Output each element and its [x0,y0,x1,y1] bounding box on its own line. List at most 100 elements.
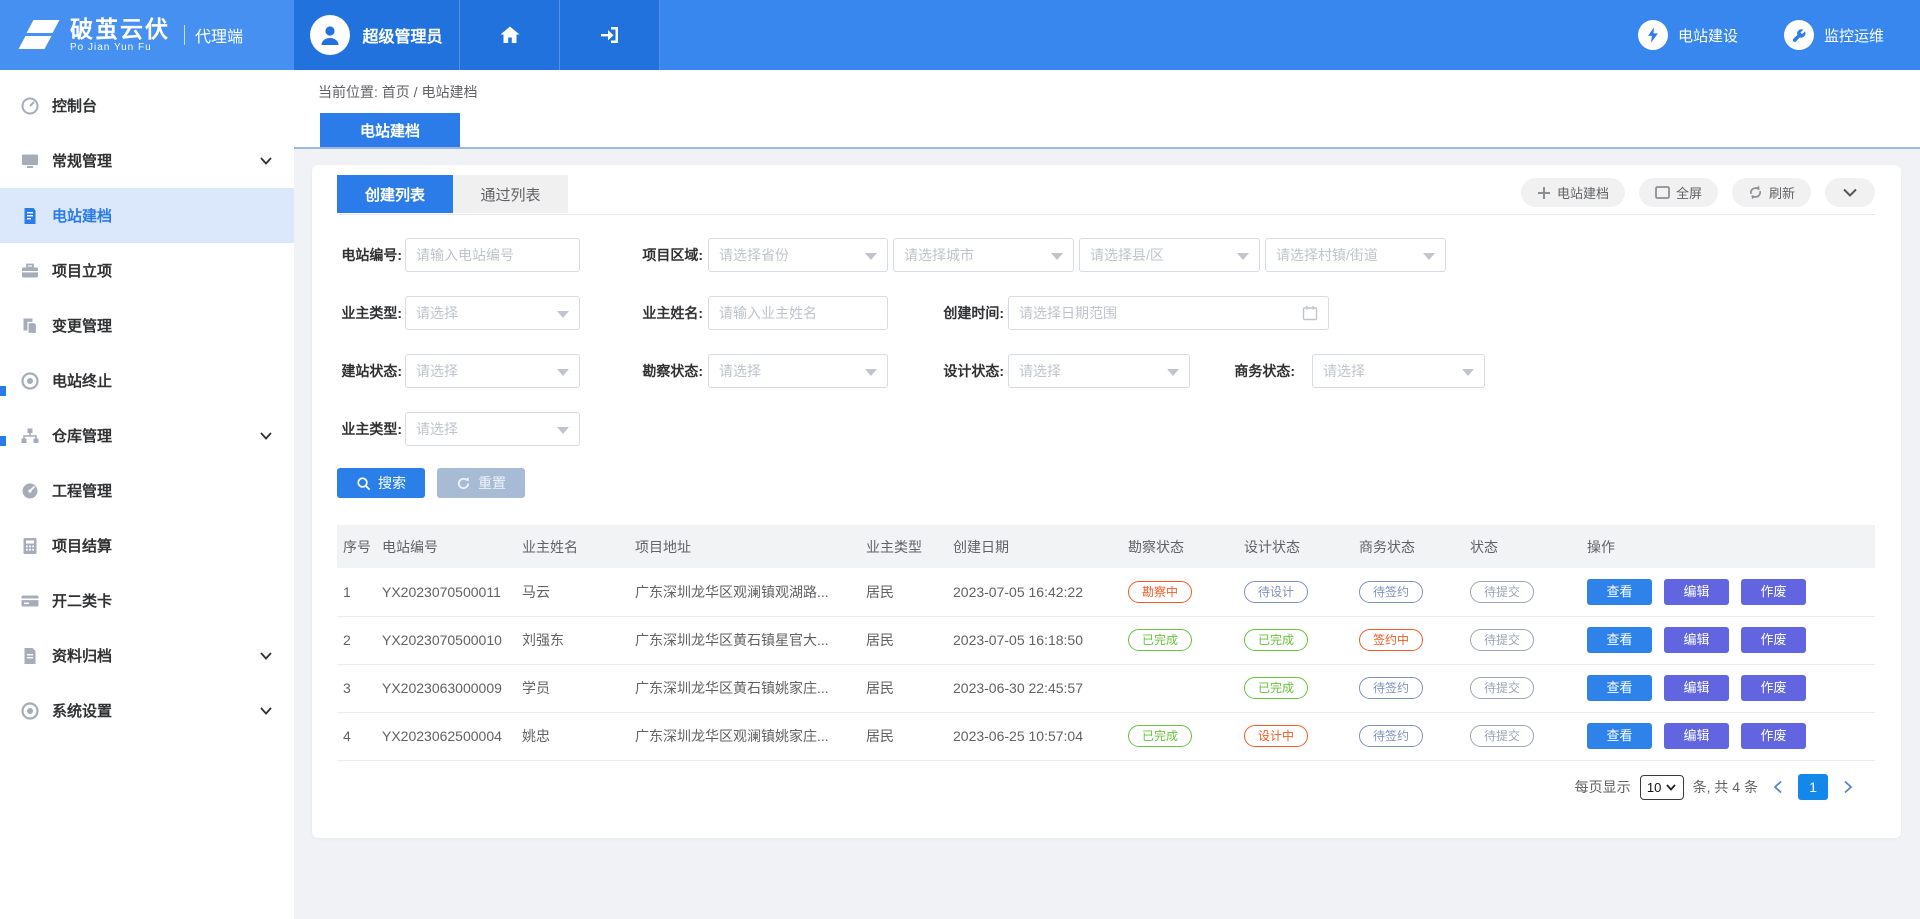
owner-name-input[interactable] [708,296,888,330]
city-select[interactable]: 请选择城市 [893,238,1074,272]
cell-station-id: YX2023070500010 [382,616,522,664]
void-button[interactable]: 作废 [1741,627,1806,653]
business-status-select[interactable]: 请选择 [1312,354,1485,388]
void-button[interactable]: 作废 [1741,723,1806,749]
col-address: 项目地址 [635,525,866,568]
search-button[interactable]: 搜索 [337,468,425,498]
cell-owner: 姚忠 [522,712,635,760]
sidebar-item-3[interactable]: 项目立项 [0,243,294,298]
col-created: 创建日期 [953,525,1128,568]
sidebar-item-11[interactable]: 系统设置 [0,683,294,738]
cell-owner-type: 居民 [866,616,953,664]
town-select[interactable]: 请选择村镇/街道 [1265,238,1446,272]
home-icon [498,23,522,47]
cell-address: 广东深圳龙华区黄石镇星官大... [635,616,866,664]
sidebar-item-9[interactable]: 开二类卡 [0,573,294,628]
nav-station-build[interactable]: 电站建设 [1638,20,1738,50]
cell-owner: 刘强东 [522,616,635,664]
nav-monitor-ops[interactable]: 监控运维 [1784,20,1884,50]
view-button[interactable]: 查看 [1587,579,1652,605]
cell-no: 1 [337,568,382,616]
design-status-select[interactable]: 请选择 [1008,354,1190,388]
per-page-select[interactable]: 10 [1640,775,1684,800]
survey-status-badge: 勘察中 [1128,581,1192,603]
total-label: 条, 共 4 条 [1693,777,1758,797]
view-button[interactable]: 查看 [1587,675,1652,701]
col-owner: 业主姓名 [522,525,635,568]
stop-circle-icon [20,371,40,391]
sidebar-item-2[interactable]: 电站建档 [0,188,294,243]
next-page-button[interactable] [1837,774,1859,800]
status-badge: 待提交 [1470,677,1534,699]
chevron-down-icon [260,702,272,720]
sidebar-item-6[interactable]: 仓库管理 [0,408,294,463]
home-button[interactable] [460,0,560,70]
nav-monitor-ops-label: 监控运维 [1824,25,1884,46]
caret-down-icon [1237,253,1249,260]
station-id-input[interactable] [405,238,580,272]
sidebar: 控制台常规管理电站建档项目立项变更管理电站终止仓库管理工程管理项目结算开二类卡资… [0,70,294,919]
sidebar-item-1[interactable]: 常规管理 [0,133,294,188]
view-button[interactable]: 查看 [1587,627,1652,653]
page-number-1[interactable]: 1 [1798,774,1828,800]
table-header-row: 序号 电站编号 业主姓名 项目地址 业主类型 创建日期 勘察状态 设计状态 商务… [337,525,1875,568]
pagination: 每页显示 10 条, 共 4 条 1 [1575,767,1859,807]
tab-pass-list[interactable]: 通过列表 [453,175,568,213]
logout-button[interactable] [560,0,660,70]
edit-button[interactable]: 编辑 [1664,627,1729,653]
sidebar-item-10[interactable]: 资料归档 [0,628,294,683]
void-button[interactable]: 作废 [1741,579,1806,605]
province-select[interactable]: 请选择省份 [708,238,888,272]
sidebar-item-8[interactable]: 项目结算 [0,518,294,573]
prev-page-button[interactable] [1767,774,1789,800]
cell-owner-type: 居民 [866,568,953,616]
table-row-0: 1YX2023070500011马云广东深圳龙华区观澜镇观湖路...居民2023… [337,568,1875,616]
tab-create-list[interactable]: 创建列表 [337,175,453,213]
survey-status-badge: 已完成 [1128,725,1192,747]
avatar [310,15,350,55]
sidebar-item-label: 开二类卡 [52,590,112,611]
caret-down-icon [1666,784,1676,791]
col-owner-type: 业主类型 [866,525,953,568]
chevron-left-icon [1772,780,1784,794]
edit-button[interactable]: 编辑 [1664,723,1729,749]
cell-owner-type: 居民 [866,712,953,760]
calculator-icon [20,536,40,556]
fullscreen-button[interactable]: 全屏 [1639,178,1718,207]
sidebar-item-label: 控制台 [52,95,97,116]
edit-button[interactable]: 编辑 [1664,675,1729,701]
sidebar-item-5[interactable]: 电站终止 [0,353,294,408]
col-actions: 操作 [1587,525,1875,568]
table-row-1: 2YX2023070500010刘强东广东深圳龙华区黄石镇星官大...居民202… [337,616,1875,664]
sidebar-item-label: 电站建档 [52,205,112,226]
page-tab-station-archive[interactable]: 电站建档 [320,113,460,147]
sidebar-item-4[interactable]: 变更管理 [0,298,294,353]
logo-title: 破茧云伏 [70,17,170,42]
view-button[interactable]: 查看 [1587,723,1652,749]
status-badge: 待提交 [1470,629,1534,651]
owner-type-select[interactable]: 请选择 [405,296,580,330]
chevron-down-icon [260,647,272,665]
design-status-badge: 待设计 [1244,581,1308,603]
reset-button[interactable]: 重置 [437,468,525,498]
survey-status-select[interactable]: 请选择 [708,354,888,388]
void-button[interactable]: 作废 [1741,675,1806,701]
user-menu[interactable]: 超级管理员 [294,0,460,70]
edit-button[interactable]: 编辑 [1664,579,1729,605]
logo-icon [20,17,64,53]
design-status-badge: 设计中 [1244,725,1308,747]
build-status-select[interactable]: 请选择 [405,354,580,388]
sidebar-item-7[interactable]: 工程管理 [0,463,294,518]
collapse-button[interactable] [1825,178,1875,207]
date-range-input[interactable] [1008,296,1329,330]
refresh-button[interactable]: 刷新 [1732,178,1811,207]
copy-icon [20,316,40,336]
search-icon [356,476,371,491]
cell-created: 2023-07-05 16:42:22 [953,568,1128,616]
settings-icon [20,701,40,721]
owner-type2-select[interactable]: 请选择 [405,412,580,446]
add-station-button[interactable]: 电站建档 [1521,178,1625,207]
col-status: 状态 [1470,525,1587,568]
sidebar-item-0[interactable]: 控制台 [0,78,294,133]
district-select[interactable]: 请选择县/区 [1079,238,1260,272]
